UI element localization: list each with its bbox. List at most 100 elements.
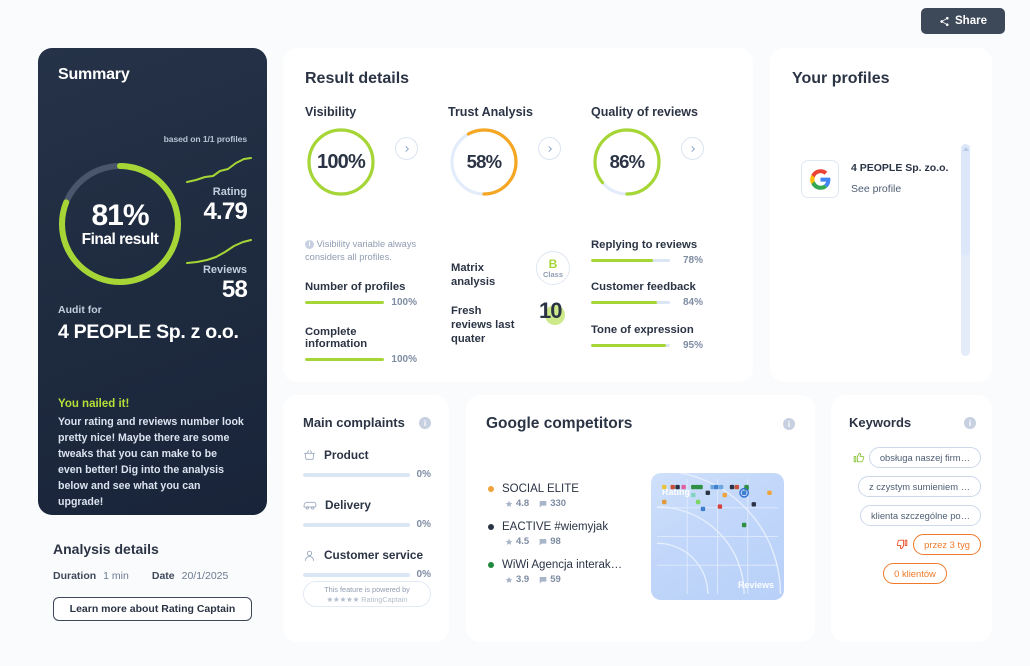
visibility-note-text: Visibility variable always considers all… (305, 239, 417, 263)
reviews-label: Reviews (202, 264, 247, 276)
profile-list-item[interactable]: 4 PEOPLE Sp. zo.o. See profile (801, 160, 948, 198)
dashboard-page: Share Summary based on 1/1 profiles 81% … (0, 0, 1030, 666)
competitor-name: WiWi Agencja interak… (502, 559, 623, 571)
info-icon[interactable]: i (964, 416, 976, 429)
competitor-rating: 3.9 (516, 574, 530, 585)
visibility-note: i Visibility variable always considers a… (305, 238, 427, 265)
gauge-block-trust: Trust Analysis 58% (448, 105, 533, 198)
verdict-text: Your rating and reviews number look pret… (58, 416, 244, 509)
date-value: 20/1/2025 (181, 570, 229, 582)
scroll-up-icon[interactable] (962, 147, 969, 151)
share-button[interactable]: Share (921, 8, 1005, 34)
bar-replying-to-reviews: Replying to reviews 78% (591, 239, 703, 266)
summary-title: Summary (58, 66, 130, 83)
competitor-row[interactable]: WiWi Agencja interak… 3.9 59 (488, 559, 622, 585)
scrollbar-thumb[interactable] (961, 144, 970, 256)
trust-value: 58% (466, 151, 502, 172)
keywords-card: Keywords i obsługa naszej firm… z czysty… (831, 395, 992, 642)
gauge-block-visibility: Visibility 100% (305, 105, 377, 198)
summary-card: Summary based on 1/1 profiles 81% Final … (38, 48, 267, 515)
learn-more-rating-captain-button[interactable]: Learn more about Rating Captain (53, 597, 252, 621)
rating-value: 4.79 (203, 198, 247, 225)
keywords-title: Keywords (849, 415, 912, 430)
thumbs-down-icon (896, 539, 908, 550)
complaint-bar-track (303, 572, 410, 577)
complaint-percent: 0% (416, 569, 431, 580)
thumbs-up-icon (853, 452, 865, 463)
bar-complete-information: Complete information 100% (305, 326, 417, 365)
profile-name: 4 PEOPLE Sp. zo.o. (851, 162, 949, 174)
keyword-row: z czystym sumieniem … (849, 476, 981, 497)
bar-percent: 84% (682, 297, 703, 308)
bar-label: Number of profiles (305, 281, 406, 293)
your-profiles-card: Your profiles 4 PEOPLE Sp. zo.o. See pro… (770, 48, 992, 382)
quality-next-button[interactable] (681, 137, 704, 160)
duration-value: 1 min (103, 570, 129, 582)
fresh-reviews-value: 10 (539, 298, 563, 323)
competitor-matrix-chart[interactable]: Rating Reviews (651, 473, 784, 600)
complaint-bar-track (303, 522, 410, 527)
powered-by-badge: This feature is powered by ★★★★★ RatingC… (303, 581, 431, 607)
see-profile-link[interactable]: See profile (851, 183, 948, 195)
competitor-name: EACTIVE #wiemyjak (502, 521, 609, 533)
final-result-label: Final result (81, 230, 159, 248)
trust-title: Trust Analysis (448, 105, 533, 119)
final-result-value: 81% (91, 199, 149, 233)
audit-for-label: Audit for (58, 304, 102, 316)
keyword-chip[interactable]: 0 klientów (883, 563, 947, 584)
competitor-list: SOCIAL ELITE 4.8 330 EACTIVE #wiemyjak 4… (488, 483, 622, 597)
complaint-row: Customer service 0% (303, 548, 431, 580)
bar-label: Complete information (305, 326, 368, 350)
truck-icon (303, 501, 317, 510)
info-icon[interactable]: i (419, 416, 431, 429)
chevron-right-icon (548, 145, 552, 152)
visibility-next-button[interactable] (395, 137, 418, 160)
analysis-details-title: Analysis details (53, 541, 159, 557)
verdict-title: You nailed it! (58, 398, 130, 410)
star-icon (505, 538, 513, 545)
rating-sparkline (186, 157, 252, 183)
chevron-right-icon (691, 145, 695, 152)
svg-text:Reviews: Reviews (738, 580, 774, 590)
competitor-reviews: 98 (550, 536, 561, 547)
competitor-name: SOCIAL ELITE (502, 483, 579, 495)
share-label: Share (955, 15, 987, 27)
powered-by-line2: ★★★★★ RatingCaptain (326, 594, 408, 604)
matrix-grade: B (548, 256, 558, 271)
keyword-chip[interactable]: przez 3 tyg (913, 534, 981, 555)
bar-label: Replying to reviews (591, 239, 698, 251)
competitor-color-dot (488, 562, 494, 568)
your-profiles-title: Your profiles (792, 70, 890, 87)
matrix-class: Class (542, 269, 563, 279)
info-icon[interactable]: i (783, 418, 795, 430)
trust-next-button[interactable] (538, 137, 561, 160)
quality-gauge: 86% (591, 126, 663, 198)
keyword-chip[interactable]: z czystym sumieniem … (857, 476, 981, 497)
bar-percent: 100% (391, 297, 417, 308)
duration-label: Duration (53, 570, 97, 582)
complaint-label: Product (324, 448, 369, 462)
keyword-chip-list: obsługa naszej firm… z czystym sumieniem… (849, 447, 981, 592)
summary-based-on: based on 1/1 profiles (163, 134, 247, 144)
visibility-value: 100% (317, 150, 366, 173)
profiles-scrollbar[interactable] (961, 144, 970, 356)
matrix-analysis-label: Matrix analysis (451, 262, 496, 288)
keyword-row: 0 klientów (849, 563, 981, 584)
main-complaints-card: Main complaints i Product 0% Delivery 0%… (283, 395, 449, 642)
star-icon (505, 576, 513, 583)
complaint-percent: 0% (416, 469, 431, 480)
competitor-row[interactable]: EACTIVE #wiemyjak 4.5 98 (488, 521, 622, 547)
google-logo-icon (801, 160, 839, 198)
keyword-row: klienta szczególne po… (849, 505, 981, 526)
keyword-chip[interactable]: obsługa naszej firm… (868, 447, 981, 468)
bar-track (591, 259, 670, 262)
visibility-title: Visibility (305, 105, 357, 119)
comment-icon (539, 538, 547, 545)
bar-label: Customer feedback (591, 281, 696, 293)
competitor-row[interactable]: SOCIAL ELITE 4.8 330 (488, 483, 622, 509)
google-competitors-card: Google competitors i SOCIAL ELITE 4.8 33… (466, 395, 815, 642)
visibility-gauge: 100% (305, 126, 377, 198)
star-icon (505, 500, 513, 507)
matrix-grade-badge: B Class (536, 251, 570, 285)
keyword-chip[interactable]: klienta szczególne po… (859, 505, 981, 526)
